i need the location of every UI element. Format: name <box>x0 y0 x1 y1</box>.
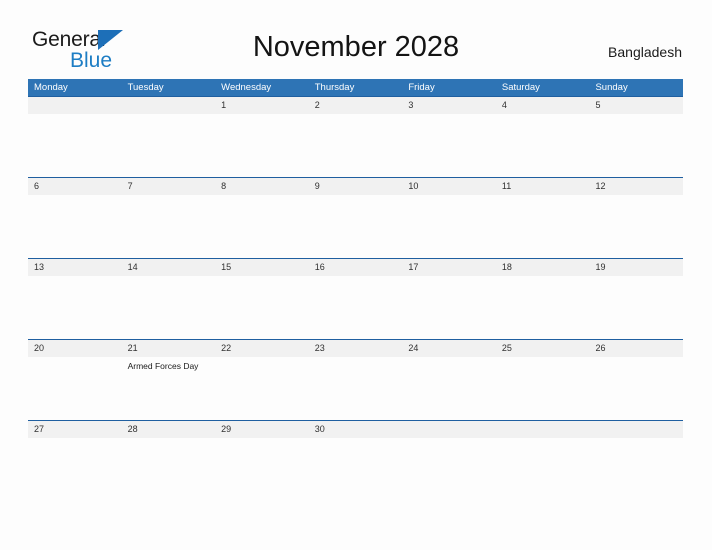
day-number[interactable]: 11 <box>496 178 590 195</box>
day-event <box>496 357 590 417</box>
weekday-header-tuesday: Tuesday <box>127 82 164 93</box>
date-number-band: 20 21 22 23 24 25 26 <box>28 339 683 357</box>
day-event-band <box>28 195 683 255</box>
day-number[interactable]: 30 <box>309 421 403 438</box>
date-number-band: 6 7 8 9 10 11 12 <box>28 177 683 195</box>
day-event-band <box>28 114 683 174</box>
day-event <box>589 276 683 336</box>
calendar-grid: Monday Tuesday Wednesday Thursday Friday… <box>28 79 683 494</box>
day-number[interactable]: 8 <box>215 178 309 195</box>
weekday-header-wednesday: Wednesday <box>221 82 272 93</box>
day-event <box>402 357 496 417</box>
day-number[interactable] <box>496 421 590 438</box>
weekday-header-row: Monday Tuesday Wednesday Thursday Friday… <box>28 79 683 96</box>
day-event <box>309 357 403 417</box>
day-number[interactable]: 24 <box>402 340 496 357</box>
day-number[interactable]: 5 <box>589 97 683 114</box>
week-row: 20 21 22 23 24 25 26 Armed Forces Day <box>28 339 683 420</box>
page-title: November 2028 <box>252 31 460 63</box>
day-number[interactable]: 1 <box>215 97 309 114</box>
day-number[interactable]: 18 <box>496 259 590 276</box>
day-number[interactable]: 9 <box>309 178 403 195</box>
date-number-band: 27 28 29 30 <box>28 420 683 438</box>
day-number[interactable]: 13 <box>28 259 122 276</box>
day-event-band <box>28 438 683 498</box>
weekday-header-sunday: Sunday <box>595 82 628 93</box>
day-event-armed-forces-day: Armed Forces Day <box>127 361 199 371</box>
day-event <box>215 438 309 498</box>
day-event <box>28 276 122 336</box>
day-event <box>215 114 309 174</box>
day-number[interactable]: 22 <box>215 340 309 357</box>
day-event <box>215 195 309 255</box>
day-event <box>309 195 403 255</box>
date-number-band: 1 2 3 4 5 <box>28 96 683 114</box>
day-event-band <box>28 276 683 336</box>
day-event <box>496 276 590 336</box>
day-event <box>28 438 122 498</box>
day-number[interactable]: 15 <box>215 259 309 276</box>
week-row: 13 14 15 16 17 18 19 <box>28 258 683 339</box>
weekday-header-monday: Monday <box>34 82 68 93</box>
day-event <box>589 114 683 174</box>
week-row: 1 2 3 4 5 <box>28 96 683 177</box>
day-event <box>309 438 403 498</box>
day-number[interactable]: 27 <box>28 421 122 438</box>
day-number[interactable] <box>402 421 496 438</box>
day-number[interactable]: 28 <box>122 421 216 438</box>
day-event <box>589 438 683 498</box>
day-event <box>402 195 496 255</box>
day-number[interactable]: 12 <box>589 178 683 195</box>
day-event <box>122 438 216 498</box>
day-number[interactable]: 20 <box>28 340 122 357</box>
day-number[interactable]: 25 <box>496 340 590 357</box>
day-event <box>589 195 683 255</box>
day-number[interactable] <box>589 421 683 438</box>
day-event <box>309 276 403 336</box>
day-event <box>215 276 309 336</box>
day-event-band: Armed Forces Day <box>28 357 683 417</box>
day-event <box>496 438 590 498</box>
day-event <box>28 114 122 174</box>
day-event <box>496 195 590 255</box>
day-event <box>215 357 309 417</box>
day-number[interactable]: 21 <box>122 340 216 357</box>
date-number-band: 13 14 15 16 17 18 19 <box>28 258 683 276</box>
calendar-page: General Blue November 2028 Bangladesh Mo… <box>0 0 712 550</box>
page-header: General Blue November 2028 Bangladesh <box>0 0 712 71</box>
day-number[interactable] <box>28 97 122 114</box>
day-event <box>402 276 496 336</box>
day-event <box>28 357 122 417</box>
day-number[interactable]: 19 <box>589 259 683 276</box>
week-row: 6 7 8 9 10 11 12 <box>28 177 683 258</box>
day-event <box>122 114 216 174</box>
weekday-header-thursday: Thursday <box>314 82 355 93</box>
day-number[interactable]: 16 <box>309 259 403 276</box>
day-event <box>589 357 683 417</box>
weekday-header-saturday: Saturday <box>501 82 540 93</box>
day-number[interactable]: 7 <box>122 178 216 195</box>
weekday-header-friday: Friday <box>408 82 435 93</box>
day-number[interactable]: 17 <box>402 259 496 276</box>
day-number[interactable] <box>122 97 216 114</box>
day-number[interactable]: 29 <box>215 421 309 438</box>
day-event <box>122 195 216 255</box>
week-row: 27 28 29 30 <box>28 420 683 494</box>
country-label: Bangladesh <box>608 44 682 60</box>
day-number[interactable]: 26 <box>589 340 683 357</box>
day-event <box>28 195 122 255</box>
day-number[interactable]: 10 <box>402 178 496 195</box>
day-number[interactable]: 2 <box>309 97 403 114</box>
day-event <box>309 114 403 174</box>
day-number[interactable]: 6 <box>28 178 122 195</box>
day-number[interactable]: 23 <box>309 340 403 357</box>
day-event <box>402 114 496 174</box>
day-event <box>122 276 216 336</box>
day-number[interactable]: 4 <box>496 97 590 114</box>
day-event <box>496 114 590 174</box>
day-number[interactable]: 14 <box>122 259 216 276</box>
day-event <box>402 438 496 498</box>
day-number[interactable]: 3 <box>402 97 496 114</box>
